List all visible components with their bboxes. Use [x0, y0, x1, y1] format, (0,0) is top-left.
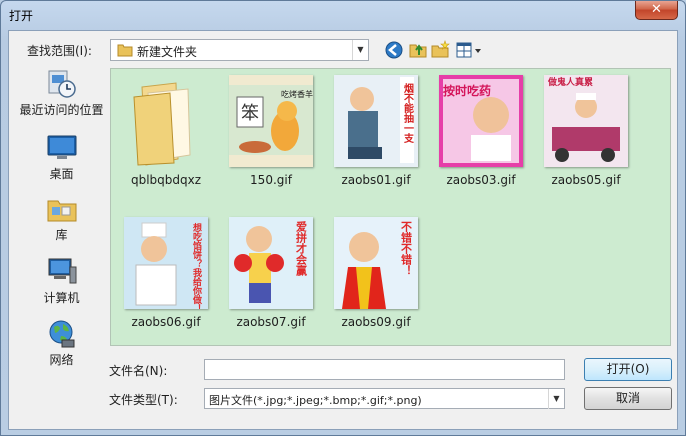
image-thumbnail: 做鬼人真累: [544, 75, 628, 167]
image-item[interactable]: 吃烤香羊 笨 150.gif: [222, 73, 320, 203]
image-caption: 爱拼才会赢: [295, 221, 308, 277]
image-item[interactable]: 爱拼才会赢 zaobs07.gif: [222, 215, 320, 345]
up-folder-icon[interactable]: [408, 40, 428, 60]
new-folder-icon[interactable]: [430, 40, 450, 60]
filename-label: 文件名(N):: [109, 364, 168, 378]
recent-places-icon: [48, 70, 76, 98]
place-label: 网络: [49, 353, 74, 367]
folder-icon: [117, 44, 133, 57]
place-label: 计算机: [43, 291, 80, 305]
open-button[interactable]: 打开(O): [584, 358, 672, 381]
title-bar[interactable]: 打开 ✕: [1, 1, 685, 29]
image-thumbnail: 吃烤香羊 笨: [229, 75, 313, 167]
place-desktop[interactable]: 桌面: [13, 132, 110, 188]
open-dialog: 打开 ✕ 查找范围(I): 新建文件夹 ▼ 最近访问的位置 桌面 库 计算机 网…: [0, 0, 686, 436]
libraries-icon: [47, 200, 77, 222]
file-name: zaobs06.gif: [131, 315, 201, 329]
file-name: qblbqbdqxz: [130, 173, 202, 187]
dialog-body: 查找范围(I): 新建文件夹 ▼ 最近访问的位置 桌面 库 计算机 网络 qbl…: [8, 30, 678, 430]
place-label: 桌面: [49, 167, 74, 181]
folder-item[interactable]: qblbqbdqxz: [117, 73, 215, 203]
lookin-value: 新建文件夹: [137, 45, 198, 59]
image-thumbnail: 不错不错！: [334, 217, 418, 309]
file-name: zaobs01.gif: [341, 173, 411, 187]
file-name: zaobs05.gif: [551, 173, 621, 187]
chevron-down-icon[interactable]: ▼: [352, 40, 368, 60]
close-button[interactable]: ✕: [635, 1, 678, 20]
filetype-value: 图片文件(*.jpg;*.jpeg;*.bmp;*.gif;*.png): [209, 394, 422, 407]
image-thumbnail: 想吃馅饼？我给你做！: [124, 217, 208, 309]
image-thumbnail: 烟不能抽一支: [334, 75, 418, 167]
back-icon[interactable]: [384, 40, 404, 60]
image-caption: 想吃馅饼？我给你做！: [191, 222, 203, 309]
place-label: 库: [55, 228, 68, 242]
filetype-label: 文件类型(T):: [109, 393, 178, 407]
image-caption: 按时吃药: [443, 83, 491, 98]
view-menu-icon[interactable]: [455, 40, 483, 60]
image-caption: 吃烤香羊: [281, 89, 313, 99]
network-icon: [49, 320, 75, 348]
places-bar: 最近访问的位置 桌面 库 计算机 网络: [13, 68, 110, 367]
image-thumbnail: 按时吃药: [439, 75, 523, 167]
chevron-down-icon[interactable]: ▼: [548, 389, 564, 409]
filetype-dropdown[interactable]: 图片文件(*.jpg;*.jpeg;*.bmp;*.gif;*.png) ▼: [204, 388, 565, 409]
image-item[interactable]: 不错不错！ zaobs09.gif: [327, 215, 425, 345]
file-name: zaobs07.gif: [236, 315, 306, 329]
cancel-button[interactable]: 取消: [584, 387, 672, 410]
place-label: 最近访问的位置: [19, 103, 104, 117]
image-item[interactable]: 做鬼人真累 zaobs05.gif: [537, 73, 635, 203]
filename-input[interactable]: [204, 359, 565, 380]
image-item[interactable]: 想吃馅饼？我给你做！ zaobs06.gif: [117, 215, 215, 345]
lookin-label: 查找范围(I):: [27, 44, 92, 58]
image-item[interactable]: 烟不能抽一支 zaobs01.gif: [327, 73, 425, 203]
file-name: zaobs03.gif: [446, 173, 516, 187]
place-network[interactable]: 网络: [13, 318, 110, 374]
folder-icon: [133, 82, 191, 166]
computer-icon: [48, 258, 77, 284]
file-name: 150.gif: [250, 173, 292, 187]
image-caption: 不错不错！: [400, 221, 413, 276]
image-caption: 做鬼人真累: [547, 76, 593, 88]
close-icon: ✕: [651, 2, 662, 17]
file-list[interactable]: qblbqbdqxz 吃烤香羊 笨 150.gif 烟不能抽一支 zaobs01…: [110, 68, 671, 346]
place-recent[interactable]: 最近访问的位置: [13, 68, 110, 124]
image-thumbnail: 爱拼才会赢: [229, 217, 313, 309]
desktop-icon: [47, 135, 77, 159]
place-libraries[interactable]: 库: [13, 193, 110, 249]
lookin-dropdown[interactable]: 新建文件夹 ▼: [110, 39, 369, 61]
file-name: zaobs09.gif: [341, 315, 411, 329]
window-title: 打开: [9, 9, 34, 23]
image-item[interactable]: 按时吃药 zaobs03.gif: [432, 73, 530, 203]
place-computer[interactable]: 计算机: [13, 256, 110, 312]
image-sign: 笨: [241, 103, 259, 124]
